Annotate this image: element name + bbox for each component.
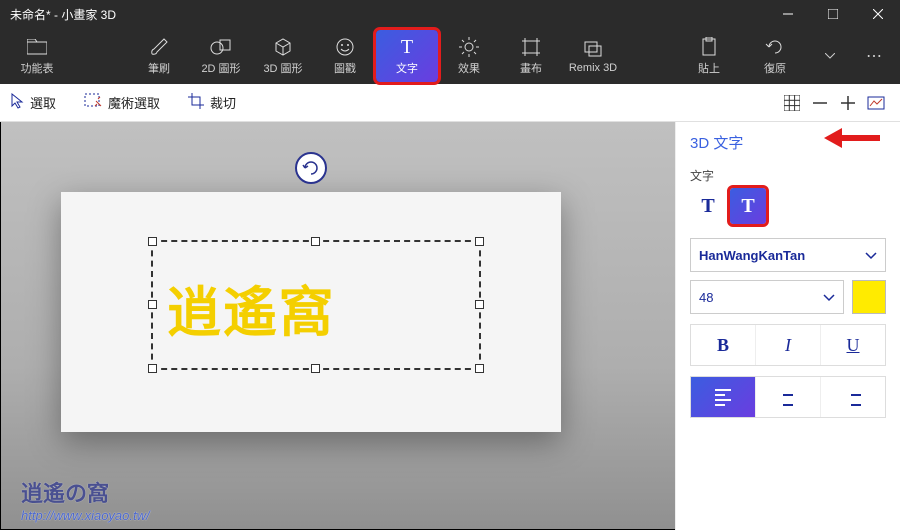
- text-icon: T: [401, 36, 413, 58]
- view-3d-toggle[interactable]: [862, 89, 890, 117]
- grid-toggle[interactable]: [778, 89, 806, 117]
- ribbon-text-label: 文字: [396, 60, 418, 76]
- align-right-button[interactable]: [821, 377, 885, 417]
- canvas-icon: [521, 36, 541, 58]
- tool-crop[interactable]: 裁切: [188, 93, 236, 112]
- watermark-brand: 逍遙の窩: [21, 476, 150, 508]
- callout-arrow-icon: [824, 126, 880, 150]
- ribbon-stickers[interactable]: 圖戳: [314, 30, 376, 82]
- resize-handle-sw[interactable]: [148, 364, 157, 373]
- ribbon-more[interactable]: ⋯: [854, 36, 894, 76]
- titlebar: 未命名* - 小畫家 3D: [0, 0, 900, 28]
- tool-select-label: 選取: [30, 93, 56, 112]
- subtoolbar: 選取 魔術選取 裁切: [0, 84, 900, 122]
- ribbon-menu-label: 功能表: [21, 60, 54, 76]
- align-center-button[interactable]: [756, 377, 821, 417]
- font-size-value: 48: [699, 290, 713, 305]
- canvas-text[interactable]: 逍遙窩: [167, 268, 335, 347]
- ribbon-menu[interactable]: 功能表: [6, 30, 68, 82]
- ribbon-2d-label: 2D 圖形: [201, 60, 240, 76]
- tool-crop-label: 裁切: [210, 93, 236, 112]
- text-color-swatch[interactable]: [852, 280, 886, 314]
- chevron-down-icon: [865, 248, 877, 263]
- align-left-button[interactable]: [691, 377, 756, 417]
- window-title: 未命名* - 小畫家 3D: [10, 6, 765, 23]
- ribbon: 功能表 筆刷 2D 圖形 3D 圖形 圖戳 T 文字 效果 畫布 Remix 3…: [0, 28, 900, 84]
- ribbon-remix3d[interactable]: Remix 3D: [562, 30, 624, 82]
- resize-handle-n[interactable]: [311, 237, 320, 246]
- maximize-button[interactable]: [810, 0, 855, 28]
- cursor-icon: [10, 93, 24, 112]
- brush-icon: [149, 36, 169, 58]
- resize-handle-se[interactable]: [475, 364, 484, 373]
- ribbon-canvas[interactable]: 畫布: [500, 30, 562, 82]
- paste-icon: [701, 36, 717, 58]
- tool-select[interactable]: 選取: [10, 93, 56, 112]
- ribbon-paste[interactable]: 貼上: [678, 30, 740, 82]
- resize-handle-w[interactable]: [148, 300, 157, 309]
- ribbon-effects-label: 效果: [458, 60, 480, 76]
- zoom-in[interactable]: [834, 89, 862, 117]
- effects-icon: [459, 36, 479, 58]
- undo-icon: [765, 36, 785, 58]
- ribbon-brush-label: 筆刷: [148, 60, 170, 76]
- bold-button[interactable]: B: [691, 325, 756, 365]
- remix3d-icon: [583, 38, 603, 60]
- ribbon-text[interactable]: T 文字: [376, 30, 438, 82]
- watermark: 逍遙の窩 http://www.xiaoyao.tw/: [21, 476, 150, 523]
- text-mode-3d[interactable]: T: [730, 188, 766, 224]
- ribbon-paste-label: 貼上: [698, 60, 720, 76]
- canvas-surface[interactable]: 逍遙窩: [61, 192, 561, 432]
- minimize-button[interactable]: [765, 0, 810, 28]
- ribbon-3d-label: 3D 圖形: [263, 60, 302, 76]
- crop-icon: [188, 93, 204, 112]
- ribbon-canvas-label: 畫布: [520, 60, 542, 76]
- underline-button[interactable]: U: [821, 325, 885, 365]
- ribbon-3d-shapes[interactable]: 3D 圖形: [252, 30, 314, 82]
- stickers-icon: [335, 36, 355, 58]
- chevron-down-icon: [823, 290, 835, 305]
- ribbon-brush[interactable]: 筆刷: [128, 30, 190, 82]
- resize-handle-e[interactable]: [475, 300, 484, 309]
- tool-magic-select[interactable]: 魔術選取: [84, 93, 160, 112]
- text-properties-panel: 3D 文字 文字 T T HanWangKanTan 48 B I U: [675, 122, 900, 530]
- italic-button[interactable]: I: [756, 325, 821, 365]
- text-mode-2d[interactable]: T: [690, 188, 726, 224]
- font-size-select[interactable]: 48: [690, 280, 844, 314]
- ribbon-effects[interactable]: 效果: [438, 30, 500, 82]
- align-left-icon: [715, 389, 731, 406]
- font-family-value: HanWangKanTan: [699, 248, 805, 263]
- ribbon-stickers-label: 圖戳: [334, 60, 356, 76]
- ribbon-undo-label: 復原: [764, 60, 786, 76]
- folder-icon: [27, 36, 47, 58]
- ribbon-2d-shapes[interactable]: 2D 圖形: [190, 30, 252, 82]
- magic-select-icon: [84, 93, 102, 112]
- shapes2d-icon: [210, 36, 232, 58]
- rotate-handle[interactable]: [295, 152, 327, 184]
- tool-magic-label: 魔術選取: [108, 93, 160, 112]
- resize-handle-s[interactable]: [311, 364, 320, 373]
- ribbon-remix-label: Remix 3D: [569, 62, 617, 74]
- align-right-icon: [845, 389, 861, 406]
- text-selection-box[interactable]: 逍遙窩: [151, 240, 481, 370]
- ribbon-undo[interactable]: 復原: [744, 30, 806, 82]
- zoom-out[interactable]: [806, 89, 834, 117]
- ribbon-more-dropdown[interactable]: [810, 36, 850, 76]
- shapes3d-icon: [273, 36, 293, 58]
- resize-handle-nw[interactable]: [148, 237, 157, 246]
- main-area: 逍遙窩 逍遙の窩 http://www.xiaoyao.tw/ 3D 文字 文字…: [0, 122, 900, 530]
- canvas-viewport[interactable]: 逍遙窩 逍遙の窩 http://www.xiaoyao.tw/: [0, 122, 675, 530]
- panel-section-label: 文字: [690, 167, 886, 184]
- watermark-url: http://www.xiaoyao.tw/: [21, 508, 150, 523]
- font-family-select[interactable]: HanWangKanTan: [690, 238, 886, 272]
- close-button[interactable]: [855, 0, 900, 28]
- resize-handle-ne[interactable]: [475, 237, 484, 246]
- align-center-icon: [780, 389, 796, 406]
